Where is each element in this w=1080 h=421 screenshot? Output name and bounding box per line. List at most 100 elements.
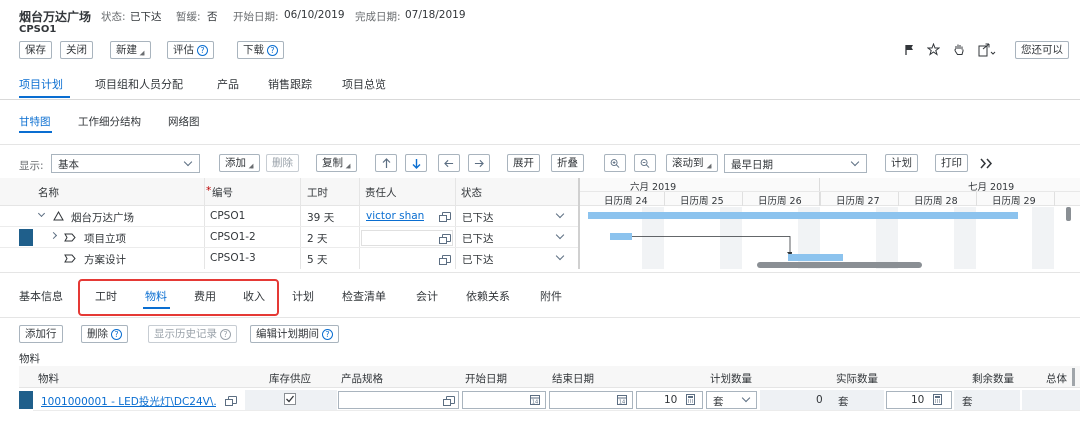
share-icon[interactable] xyxy=(978,43,996,57)
hand-icon[interactable] xyxy=(953,43,965,56)
tab-dependencies[interactable]: 依赖关系 xyxy=(466,288,510,304)
tab-project-overview[interactable]: 项目总览 xyxy=(342,76,386,92)
col-header-actual-qty: 实际数量 xyxy=(836,373,878,385)
row-owner-link[interactable]: victor shan xyxy=(366,210,424,222)
tab-products[interactable]: 产品 xyxy=(217,76,239,92)
expand-button[interactable]: 展开 xyxy=(507,154,540,172)
calendar-icon[interactable]: 14 xyxy=(530,394,540,405)
table-resize-handle[interactable] xyxy=(1072,368,1075,386)
tab-checklist[interactable]: 检查清单 xyxy=(342,288,386,304)
help-icon: ? xyxy=(197,44,208,56)
col-header-material: 物料 xyxy=(38,373,59,385)
delete-task-button[interactable]: 删除 xyxy=(266,154,299,172)
new-button[interactable]: 新建 xyxy=(110,41,151,59)
timeline-week: 日历周 24 xyxy=(604,196,648,207)
timeline-week: 日历周 26 xyxy=(758,196,802,207)
close-button[interactable]: 关闭 xyxy=(60,41,93,59)
value-help-icon[interactable] xyxy=(225,396,237,406)
show-history-button[interactable]: 显示历史记录? xyxy=(148,325,237,343)
value-help-icon[interactable] xyxy=(443,396,455,406)
more-overflow-icon[interactable] xyxy=(980,158,993,169)
delete-material-button[interactable]: 删除? xyxy=(81,325,128,343)
indent-button[interactable] xyxy=(468,154,490,172)
tab-revenue[interactable]: 收入 xyxy=(243,288,265,304)
outdent-button[interactable] xyxy=(438,154,460,172)
download-button[interactable]: 下载? xyxy=(237,41,284,59)
gantt-bar-initiation[interactable] xyxy=(610,233,632,240)
value-help-icon[interactable] xyxy=(439,234,451,244)
tab-project-plan[interactable]: 项目计划 xyxy=(19,76,63,92)
tab-planning[interactable]: 计划 xyxy=(292,288,314,304)
you-can-also-button[interactable]: 您还可以 xyxy=(1015,41,1069,59)
planned-unit-value: 套 xyxy=(713,396,724,408)
tab-sales-tracking[interactable]: 销售跟踪 xyxy=(268,76,312,92)
tab-accounting[interactable]: 会计 xyxy=(416,288,438,304)
col-header-total: 总体 xyxy=(1046,373,1067,385)
gantt-horizontal-scrollbar[interactable] xyxy=(757,262,922,268)
zoom-in-button[interactable] xyxy=(604,154,626,172)
flag-icon[interactable] xyxy=(905,44,915,56)
tab-materials[interactable]: 物料 xyxy=(145,288,167,304)
gantt-bar-project[interactable] xyxy=(588,212,1018,219)
project-triangle-icon xyxy=(53,211,64,221)
collapse-button[interactable]: 折叠 xyxy=(551,154,584,172)
tab-attachments[interactable]: 附件 xyxy=(540,288,562,304)
timeline-week: 日历周 25 xyxy=(680,196,724,207)
evaluate-button[interactable]: 评估? xyxy=(167,41,214,59)
dropdown-corner-icon xyxy=(139,50,145,56)
save-button[interactable]: 保存 xyxy=(19,41,52,59)
edit-plan-period-button[interactable]: 编辑计划期间? xyxy=(250,325,339,343)
print-button[interactable]: 打印 xyxy=(935,154,968,172)
stock-supply-checkbox[interactable] xyxy=(284,393,296,405)
timeline-week: 日历周 27 xyxy=(836,196,880,207)
tab-expenses[interactable]: 费用 xyxy=(194,288,216,304)
copy-label: 复制 xyxy=(322,157,343,169)
value-help-icon[interactable] xyxy=(439,255,451,265)
pause-label: 暂缓: xyxy=(176,11,201,23)
col-header-status: 状态 xyxy=(461,187,482,199)
tab-network[interactable]: 网络图 xyxy=(168,114,200,129)
row-number: CPSO1 xyxy=(210,210,246,222)
move-up-button[interactable] xyxy=(375,154,397,172)
chevron-down-icon xyxy=(183,157,193,167)
help-icon: ? xyxy=(220,328,231,340)
plan-button[interactable]: 计划 xyxy=(885,154,918,172)
display-select[interactable]: 基本 xyxy=(51,154,200,173)
plan-label: 计划 xyxy=(891,157,912,169)
week-row-line xyxy=(580,191,1080,192)
tab-work-hours[interactable]: 工时 xyxy=(95,288,117,304)
date-mode-select[interactable]: 最早日期 xyxy=(724,154,867,173)
add-row-button[interactable]: 添加行 xyxy=(19,325,63,343)
arrow-down-icon xyxy=(412,158,420,169)
planned-unit-select[interactable]: 套 xyxy=(706,391,757,409)
weekend-shade xyxy=(1032,207,1054,269)
delete-material-label: 删除 xyxy=(87,328,108,340)
subtab-indicator xyxy=(19,131,52,133)
calendar-icon[interactable]: 14 xyxy=(617,394,627,405)
star-icon[interactable] xyxy=(927,43,940,56)
week-separator xyxy=(976,192,977,206)
new-label: 新建 xyxy=(116,44,137,56)
move-down-button[interactable] xyxy=(405,154,427,172)
calculator-icon[interactable] xyxy=(933,394,942,405)
row-name: 烟台万达广场 xyxy=(71,212,134,224)
copy-button[interactable]: 复制 xyxy=(316,154,357,172)
scroll-to-button[interactable]: 滚动到 xyxy=(666,154,718,172)
zoom-out-button[interactable] xyxy=(634,154,656,172)
tab-team-staffing[interactable]: 项目组和人员分配 xyxy=(95,76,183,92)
calculator-icon[interactable] xyxy=(686,394,695,405)
subtab-band xyxy=(0,100,1080,145)
add-row-label: 添加行 xyxy=(25,328,57,340)
col-header-stock-supply: 库存供应 xyxy=(269,373,311,385)
material-link[interactable]: 1001000001 - LED投光灯\DC24V\... xyxy=(41,394,216,409)
value-help-icon[interactable] xyxy=(439,212,451,222)
product-spec-input[interactable] xyxy=(338,391,459,409)
gantt-bar-design[interactable] xyxy=(788,254,843,261)
tab-gantt[interactable]: 甘特图 xyxy=(19,114,51,129)
tab-basic-info[interactable]: 基本信息 xyxy=(19,288,63,304)
tab-wbs[interactable]: 工作细分结构 xyxy=(78,114,141,129)
total-cell xyxy=(1022,390,1080,410)
gantt-vertical-scrollbar[interactable] xyxy=(1066,207,1071,221)
add-button[interactable]: 添加 xyxy=(219,154,260,172)
start-date-value: 06/10/2019 xyxy=(284,9,345,21)
